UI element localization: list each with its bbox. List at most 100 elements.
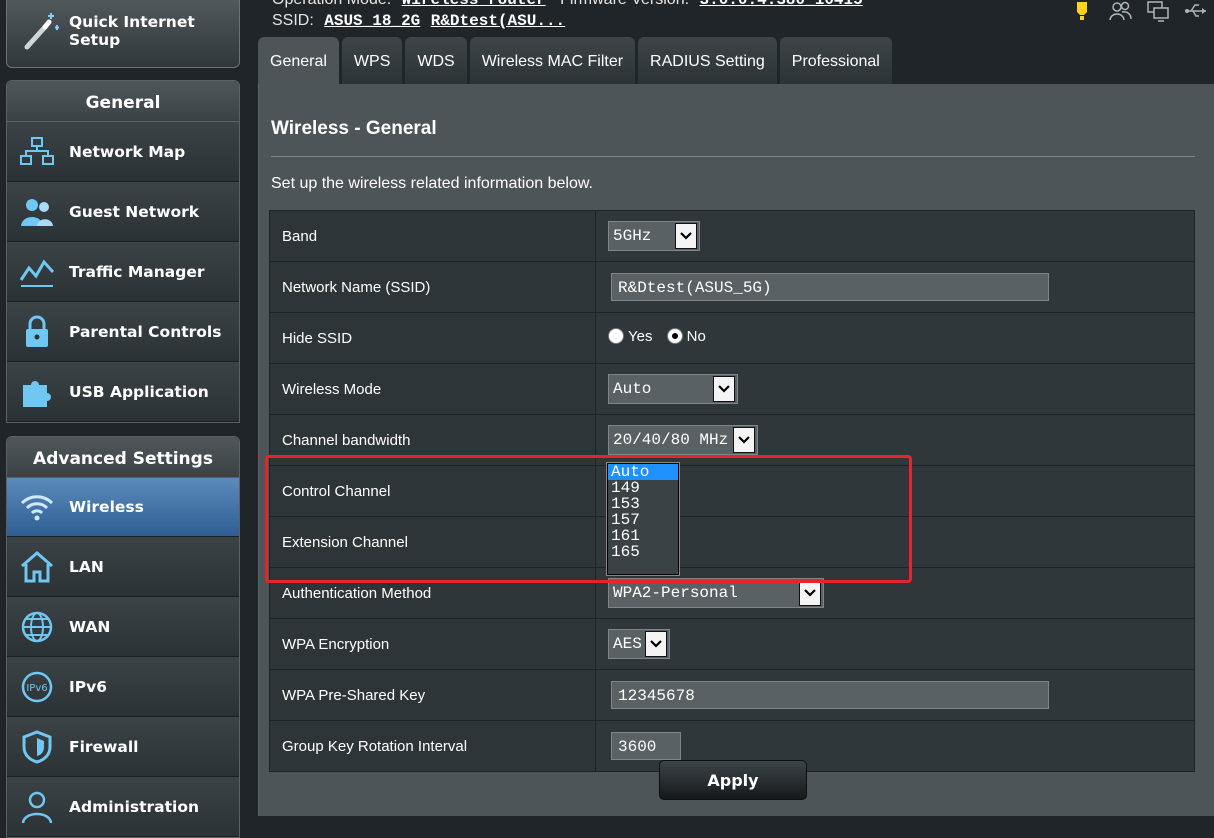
ssid-line: SSID: ASUS_18_2G R&Dtest(ASU... [272, 12, 566, 30]
table-row: Wireless Mode Auto [269, 363, 1195, 415]
sidebar-item-label: USB Application [69, 382, 209, 401]
chevron-down-icon [733, 427, 755, 453]
control-channel-label: Control Channel [269, 465, 596, 517]
table-row: Network Name (SSID) R&Dtest(ASUS_5G) [269, 261, 1195, 313]
wpa-psk-label: WPA Pre-Shared Key [269, 669, 596, 721]
general-menu-header: General [7, 81, 239, 122]
sidebar-item-wan[interactable]: WAN [7, 597, 239, 657]
dropdown-option[interactable]: 157 [608, 512, 678, 528]
sidebar-item-label: IPv6 [69, 677, 108, 696]
channel-bandwidth-select[interactable]: 20/40/80 MHz [608, 425, 758, 455]
ssid-2g-link[interactable]: ASUS_18_2G [324, 12, 420, 30]
network-map-icon [17, 132, 57, 172]
table-row: Control Channel [269, 465, 1195, 517]
sidebar-item-parental-controls[interactable]: Parental Controls [7, 302, 239, 362]
top-status-bar: Operation Mode: Wireless router Firmware… [258, 0, 1214, 36]
svg-text:IPv6: IPv6 [26, 683, 47, 694]
sidebar-item-administration[interactable]: Administration [7, 777, 239, 837]
hide-ssid-label: Hide SSID [269, 312, 596, 364]
control-channel-cell [595, 465, 1195, 517]
wpa-encryption-label: WPA Encryption [269, 618, 596, 670]
sidebar-item-lan[interactable]: LAN [7, 537, 239, 597]
hide-ssid-no-radio[interactable]: No [666, 328, 706, 345]
radio-checked-icon [666, 328, 683, 345]
magic-wand-icon [24, 13, 59, 50]
ssid-input[interactable]: R&Dtest(ASUS_5G) [611, 273, 1049, 301]
sidebar-item-label: Wireless [69, 498, 144, 516]
control-channel-dropdown-list[interactable]: Auto 149 153 157 161 165 [607, 463, 679, 575]
wpa-psk-input[interactable]: 12345678 [611, 681, 1049, 709]
chevron-down-icon [675, 223, 697, 249]
quick-setup-label: Quick Internet Setup [69, 13, 195, 49]
page-description: Set up the wireless related information … [271, 175, 593, 192]
sidebar-item-guest-network[interactable]: Guest Network [7, 182, 239, 242]
tab-wireless-mac-filter[interactable]: Wireless MAC Filter [469, 37, 636, 84]
puzzle-icon [17, 372, 57, 412]
table-row: Hide SSID Yes No [269, 312, 1195, 364]
guest-network-icon [17, 192, 57, 232]
radio-unchecked-icon [608, 328, 624, 345]
sidebar-item-ipv6[interactable]: IPv6 IPv6 [7, 657, 239, 717]
chevron-down-icon [713, 376, 735, 402]
dropdown-option[interactable]: 149 [608, 480, 678, 496]
table-row: WPA Pre-Shared Key 12345678 [269, 669, 1195, 721]
wireless-mode-label: Wireless Mode [269, 363, 596, 415]
general-menu: General Network Map Guest Network Traffi… [6, 80, 240, 423]
auth-method-select[interactable]: WPA2-Personal [608, 578, 824, 608]
dropdown-option[interactable]: 153 [608, 496, 678, 512]
channel-bandwidth-label: Channel bandwidth [269, 414, 596, 466]
apply-button[interactable]: Apply [659, 760, 807, 800]
hide-ssid-yes-radio[interactable]: Yes [608, 328, 652, 345]
ipv6-icon: IPv6 [17, 667, 57, 707]
tab-wds[interactable]: WDS [405, 37, 467, 84]
home-icon [17, 547, 57, 587]
sidebar-item-label: Traffic Manager [69, 262, 205, 281]
advanced-settings-header: Advanced Settings [7, 437, 239, 478]
sidebar-item-label: Guest Network [69, 202, 200, 221]
globe-icon [17, 607, 57, 647]
ssid-label: Network Name (SSID) [269, 261, 596, 313]
sidebar-item-firewall[interactable]: Firewall [7, 717, 239, 777]
dropdown-option[interactable]: 161 [608, 528, 678, 544]
wpa-encryption-select[interactable]: AES [608, 629, 670, 659]
sidebar-item-wireless[interactable]: Wireless [7, 478, 239, 537]
sidebar-item-label: Firewall [69, 737, 139, 756]
operation-mode-line: Operation Mode: Wireless router Firmware… [272, 0, 863, 9]
wifi-icon [17, 487, 57, 527]
lock-icon [17, 312, 57, 352]
firmware-link[interactable]: 3.0.0.4.380_10415 [700, 0, 863, 9]
chevron-down-icon [645, 631, 667, 657]
clients-icon[interactable] [1108, 0, 1132, 22]
user-icon [17, 787, 57, 827]
group-key-input[interactable]: 3600 [611, 732, 681, 760]
table-row: Band 5GHz [269, 210, 1195, 262]
devices-icon[interactable] [1146, 0, 1170, 22]
wireless-mode-select[interactable]: Auto [608, 374, 738, 404]
table-row: Channel bandwidth 20/40/80 MHz [269, 414, 1195, 466]
band-label: Band [269, 210, 596, 262]
operation-mode-link[interactable]: Wireless router [402, 0, 546, 9]
ssid-5g-link[interactable]: R&Dtest(ASU... [431, 12, 565, 30]
sidebar-item-label: Network Map [69, 142, 186, 161]
dropdown-option[interactable]: Auto [608, 464, 678, 480]
table-row: Authentication Method WPA2-Personal [269, 567, 1195, 619]
sidebar-item-network-map[interactable]: Network Map [7, 122, 239, 182]
sidebar-item-traffic-manager[interactable]: Traffic Manager [7, 242, 239, 302]
status-icons [1070, 0, 1208, 22]
dropdown-option[interactable]: 165 [608, 544, 678, 560]
notification-bulb-icon[interactable] [1070, 0, 1094, 22]
tab-wps[interactable]: WPS [341, 37, 403, 84]
band-select[interactable]: 5GHz [608, 221, 700, 251]
quick-internet-setup-button[interactable]: Quick Internet Setup [6, 0, 240, 68]
tab-professional[interactable]: Professional [779, 37, 892, 84]
tab-general[interactable]: General [258, 37, 339, 84]
table-row: Extension Channel [269, 516, 1195, 568]
tab-radius-setting[interactable]: RADIUS Setting [638, 37, 777, 84]
sidebar-item-usb-application[interactable]: USB Application [7, 362, 239, 422]
usb-icon[interactable] [1184, 0, 1208, 22]
content-panel: Wireless - General Set up the wireless r… [258, 84, 1214, 816]
sidebar-item-label: Administration [69, 797, 200, 816]
sidebar-item-label: LAN [69, 557, 104, 576]
auth-method-label: Authentication Method [269, 567, 596, 619]
group-key-label: Group Key Rotation Interval [269, 720, 596, 772]
